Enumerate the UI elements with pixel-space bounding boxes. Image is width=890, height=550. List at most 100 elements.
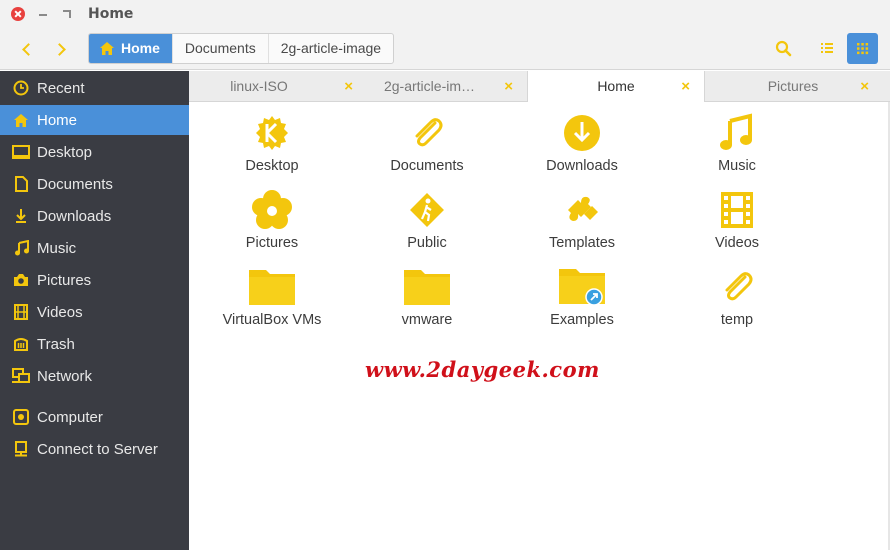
tab-label: Home [597, 78, 635, 94]
tab-label: Pictures [767, 78, 819, 94]
tab-label: 2g-article-im… [383, 78, 475, 94]
search-button[interactable] [768, 33, 799, 64]
sidebar-item-pictures[interactable]: Pictures [0, 265, 189, 295]
folder-icon [247, 266, 297, 308]
close-tab-icon[interactable]: × [681, 71, 690, 102]
minimize-window-button[interactable] [36, 7, 50, 21]
breadcrumb-label: Home [121, 40, 160, 56]
sidebar-item-recent[interactable]: Recent [0, 73, 189, 103]
chevron-right-icon [53, 43, 66, 56]
sidebar-item-music[interactable]: Music [0, 233, 189, 263]
network-icon [12, 367, 30, 385]
sidebar-item-videos[interactable]: Videos [0, 297, 189, 327]
sidebar-item-label: Pictures [37, 271, 92, 289]
sidebar-item-desktop[interactable]: Desktop [0, 137, 189, 167]
tab-bar: linux-ISO × 2g-article-im… × Home × Pict… [189, 71, 890, 103]
toolbar: Home Documents 2g-article-image [0, 30, 890, 70]
file-item-desktop[interactable]: Desktop [192, 102, 352, 176]
file-item-temp[interactable]: temp [657, 256, 817, 330]
file-label: Desktop [245, 158, 299, 174]
file-label: Music [718, 158, 756, 174]
file-label: VirtualBox VMs [222, 312, 322, 328]
maximize-window-button[interactable] [60, 7, 74, 21]
file-label: Public [407, 235, 447, 251]
server-icon [12, 440, 30, 458]
file-item-templates[interactable]: Templates [502, 179, 662, 253]
close-tab-icon[interactable]: × [860, 71, 869, 102]
tab-pictures[interactable]: Pictures × [705, 71, 890, 102]
breadcrumb-documents[interactable]: Documents [171, 34, 268, 63]
file-label: Documents [390, 158, 464, 174]
sidebar-item-downloads[interactable]: Downloads [0, 201, 189, 231]
film-icon [12, 303, 30, 321]
tab-label: linux-ISO [230, 78, 288, 94]
sidebar-item-computer[interactable]: Computer [0, 402, 189, 432]
walking-person-icon [402, 189, 452, 231]
paperclip-icon [402, 112, 452, 154]
file-label: vmware [401, 312, 453, 328]
grid-view-button[interactable] [847, 33, 878, 64]
flower-icon [247, 189, 297, 231]
close-tab-icon[interactable]: × [504, 71, 513, 102]
clock-icon [12, 79, 30, 97]
file-item-examples[interactable]: Examples [502, 256, 662, 330]
sidebar-item-label: Documents [37, 175, 113, 193]
file-item-downloads[interactable]: Downloads [502, 102, 662, 176]
window-title: Home [88, 6, 134, 22]
sidebar: Recent Home Desktop Documents Downloads … [0, 71, 189, 550]
file-item-documents[interactable]: Documents [347, 102, 507, 176]
file-item-pictures[interactable]: Pictures [192, 179, 352, 253]
file-item-music[interactable]: Music [657, 102, 817, 176]
grid-view-icon [857, 43, 869, 55]
close-window-button[interactable] [11, 7, 25, 21]
sidebar-item-label: Desktop [37, 143, 93, 161]
breadcrumb: Home Documents 2g-article-image [88, 33, 395, 64]
home-icon [12, 111, 30, 129]
chevron-left-icon [22, 43, 35, 56]
computer-icon [12, 408, 30, 426]
film-strip-icon [712, 189, 762, 231]
file-label: Examples [550, 312, 614, 328]
forward-button[interactable] [52, 40, 72, 60]
file-item-virtualbox-vms[interactable]: VirtualBox VMs [192, 256, 352, 330]
puzzle-icon [557, 189, 607, 231]
trash-icon [12, 335, 30, 353]
watermark: www.2daygeek.com [365, 357, 600, 382]
list-view-icon [821, 43, 833, 53]
download-icon [12, 207, 30, 225]
file-label: Pictures [245, 235, 299, 251]
music-note-icon [712, 112, 762, 154]
sidebar-item-documents[interactable]: Documents [0, 169, 189, 199]
tab-home[interactable]: Home × [527, 71, 705, 103]
sidebar-item-label: Videos [37, 303, 83, 321]
folder-icon [402, 266, 452, 308]
tab-article-image[interactable]: 2g-article-im… × [349, 71, 527, 102]
tab-linux-iso[interactable]: linux-ISO × [189, 71, 367, 102]
folder-link-icon [557, 266, 607, 308]
file-label: Downloads [546, 158, 618, 174]
kde-desktop-icon [247, 112, 297, 154]
sidebar-item-connect-to-server[interactable]: Connect to Server [0, 434, 189, 464]
sidebar-item-label: Network [37, 367, 93, 385]
sidebar-item-label: Computer [37, 408, 103, 426]
breadcrumb-home[interactable]: Home [89, 34, 172, 63]
back-button[interactable] [16, 40, 36, 60]
sidebar-item-label: Home [37, 111, 78, 129]
file-label: Templates [548, 235, 616, 251]
search-icon [775, 40, 792, 57]
file-grid: Desktop Documents Downloads Music Pictur… [189, 102, 890, 550]
file-item-public[interactable]: Public [347, 179, 507, 253]
list-view-button[interactable] [811, 33, 842, 64]
breadcrumb-article-image[interactable]: 2g-article-image [267, 34, 393, 63]
sidebar-item-trash[interactable]: Trash [0, 329, 189, 359]
sidebar-item-home[interactable]: Home [0, 105, 189, 135]
sidebar-item-label: Music [37, 239, 77, 257]
desktop-icon [12, 143, 30, 161]
sidebar-item-network[interactable]: Network [0, 361, 189, 391]
file-item-vmware[interactable]: vmware [347, 256, 507, 330]
download-circle-icon [557, 112, 607, 154]
sidebar-item-label: Trash [37, 335, 75, 353]
music-icon [12, 239, 30, 257]
camera-icon [12, 271, 30, 289]
file-item-videos[interactable]: Videos [657, 179, 817, 253]
